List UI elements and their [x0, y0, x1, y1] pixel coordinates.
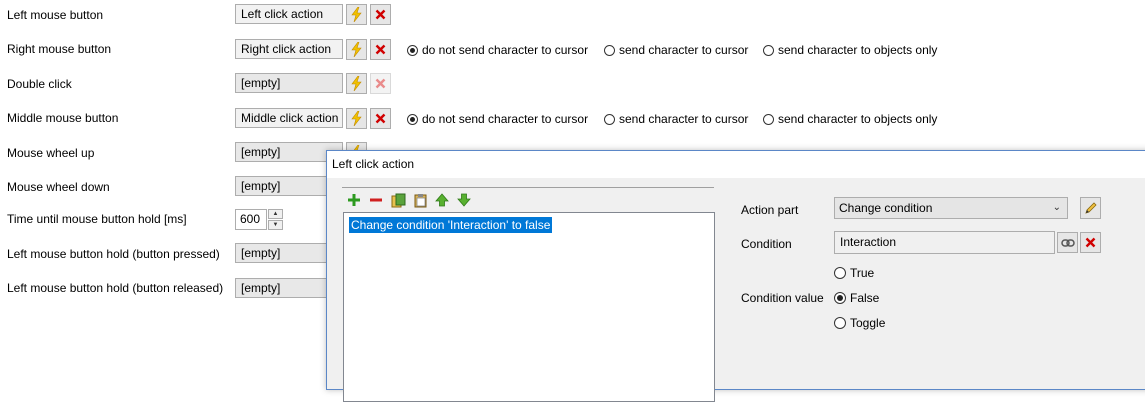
close-icon [1085, 237, 1096, 248]
link-condition-button[interactable] [1057, 232, 1078, 253]
remove-icon[interactable] [367, 191, 385, 209]
lightning-icon [351, 76, 362, 91]
radio-unchecked-icon [604, 44, 615, 56]
radio-checked-icon [407, 113, 418, 125]
radio-label: Toggle [850, 316, 886, 330]
left-click-action-dialog: Left click action Change condition 'Inte… [326, 150, 1145, 402]
radio-label: do not send character to cursor [422, 43, 589, 57]
edit-left-click-button[interactable] [346, 4, 367, 25]
dialog-title: Left click action [327, 151, 1145, 178]
radio-label: do not send character to cursor [422, 112, 589, 126]
action-list[interactable]: Change condition 'Interaction' to false [343, 212, 715, 402]
condition-value-label: Condition value [741, 291, 824, 305]
middle-send-cursor-radio[interactable]: send character to cursor [604, 111, 748, 127]
list-item[interactable]: Change condition 'Interaction' to false [349, 217, 553, 233]
middle-send-objects-radio[interactable]: send character to objects only [763, 111, 937, 127]
edit-action-part-button[interactable] [1080, 197, 1101, 219]
hold-time-input[interactable]: 600 [235, 209, 267, 230]
delete-right-click-button[interactable] [370, 39, 391, 60]
action-toolbar [345, 191, 477, 209]
stepper-down-icon[interactable]: ▼ [268, 220, 283, 230]
edit-double-click-button[interactable] [346, 73, 367, 94]
row-label-double-click: Double click [7, 77, 72, 91]
condition-label: Condition [741, 237, 792, 251]
close-icon [375, 113, 386, 124]
right-click-action-field[interactable]: Right click action [235, 39, 343, 59]
row-label-middle-mouse: Middle mouse button [7, 111, 119, 125]
delete-middle-click-button[interactable] [370, 108, 391, 129]
stepper-up-icon[interactable]: ▲ [268, 209, 283, 219]
double-click-action-field[interactable]: [empty] [235, 73, 343, 93]
row-label-left-mouse: Left mouse button [7, 8, 104, 22]
action-part-value: Change condition [839, 201, 933, 215]
left-click-action-field[interactable]: Left click action [235, 4, 343, 24]
edit-right-click-button[interactable] [346, 39, 367, 60]
edit-middle-click-button[interactable] [346, 108, 367, 129]
radio-label: send character to objects only [778, 43, 938, 57]
paste-icon[interactable] [411, 191, 429, 209]
chevron-down-icon: ⌄ [1052, 202, 1061, 213]
right-send-cursor-radio[interactable]: send character to cursor [604, 42, 748, 58]
move-up-icon[interactable] [433, 191, 451, 209]
add-icon[interactable] [345, 191, 363, 209]
option-true-radio[interactable]: True [834, 265, 874, 281]
middle-click-action-field[interactable]: Middle click action [235, 108, 343, 128]
pencil-icon [1084, 202, 1097, 214]
row-label-hold-time: Time until mouse button hold [ms] [7, 212, 187, 226]
right-send-objects-radio[interactable]: send character to objects only [763, 42, 937, 58]
radio-unchecked-icon [763, 113, 774, 125]
lightning-icon [351, 7, 362, 22]
radio-checked-icon [407, 44, 418, 56]
delete-condition-button[interactable] [1080, 232, 1101, 253]
row-label-wheel-down: Mouse wheel down [7, 180, 110, 194]
row-label-hold-pressed: Left mouse button hold (button pressed) [7, 247, 220, 261]
row-label-hold-released: Left mouse button hold (button released) [7, 281, 224, 295]
lightning-icon [351, 42, 362, 57]
condition-field[interactable]: Interaction [834, 231, 1055, 254]
middle-do-not-send-radio[interactable]: do not send character to cursor [407, 111, 588, 127]
radio-unchecked-icon [834, 267, 846, 279]
row-label-right-mouse: Right mouse button [7, 42, 112, 56]
radio-label: send character to cursor [619, 43, 749, 57]
move-down-icon[interactable] [455, 191, 473, 209]
option-false-radio[interactable]: False [834, 290, 879, 306]
close-icon [375, 44, 386, 55]
close-icon [375, 9, 386, 20]
delete-double-click-button[interactable] [370, 73, 391, 94]
option-toggle-radio[interactable]: Toggle [834, 315, 885, 331]
lightning-icon [351, 111, 362, 126]
radio-unchecked-icon [834, 317, 846, 329]
radio-label: True [850, 266, 875, 280]
radio-label: send character to cursor [619, 112, 749, 126]
delete-left-click-button[interactable] [370, 4, 391, 25]
hold-time-stepper[interactable]: ▲ ▼ [268, 209, 283, 230]
action-part-label: Action part [741, 203, 799, 217]
copy-icon[interactable] [389, 191, 407, 209]
right-do-not-send-radio[interactable]: do not send character to cursor [407, 42, 588, 58]
radio-label: False [850, 291, 880, 305]
row-label-wheel-up: Mouse wheel up [7, 146, 95, 160]
action-part-select[interactable]: Change condition ⌄ [834, 197, 1068, 219]
radio-unchecked-icon [763, 44, 774, 56]
toolbar-divider [342, 187, 714, 188]
radio-unchecked-icon [604, 113, 615, 125]
radio-label: send character to objects only [778, 112, 938, 126]
radio-checked-icon [834, 292, 846, 304]
link-icon [1060, 238, 1075, 247]
close-icon [375, 78, 386, 89]
